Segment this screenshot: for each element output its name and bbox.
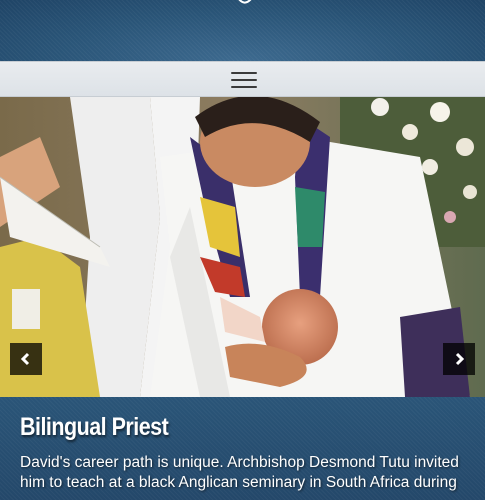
logo-flourish <box>238 0 252 4</box>
slide-description: David's career path is unique. Archbisho… <box>20 454 459 491</box>
slide-caption: Bilingual Priest David's career path is … <box>0 397 485 500</box>
carousel-prev-button[interactable] <box>10 343 42 375</box>
hamburger-menu-icon[interactable] <box>226 68 262 92</box>
chevron-right-icon <box>455 352 465 366</box>
slide-image <box>0 97 485 397</box>
chevron-left-icon <box>20 352 30 366</box>
carousel-next-button[interactable] <box>443 343 475 375</box>
navbar <box>0 61 485 97</box>
slide-title: Bilingual Priest <box>20 413 169 441</box>
image-carousel[interactable] <box>0 97 485 397</box>
site-header <box>0 0 485 61</box>
